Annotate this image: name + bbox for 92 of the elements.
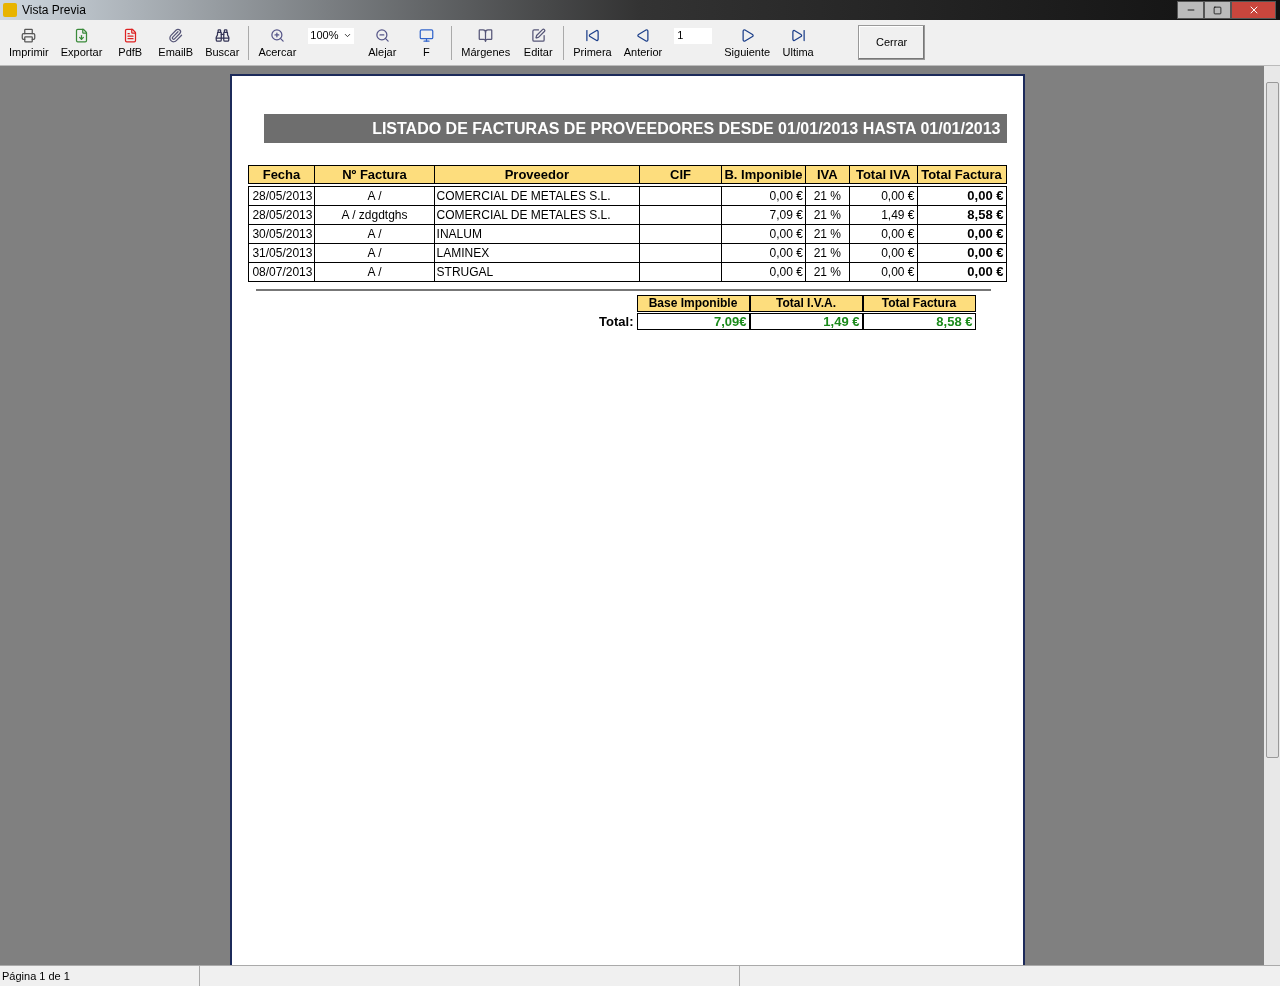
table-cell: 21 % [805,224,850,244]
window-icon [418,27,434,43]
table-cell: 21 % [805,186,850,206]
total-value: 7,09€ [636,313,750,331]
column-header: B. Imponible [721,165,806,184]
report-title: LISTADO DE FACTURAS DE PROVEEDORES DESDE 01/01/2013 HASTA 01/01/2013 [263,114,1007,143]
table-cell: 21 % [805,243,850,263]
table-cell: STRUGAL [434,262,640,282]
toolbar-button[interactable]: Editar [516,22,561,63]
toolbar-button[interactable]: Siguiente [718,22,777,63]
toolbar-button[interactable]: Primera [567,22,618,63]
close-preview-button[interactable]: Cerrar [858,25,926,60]
table-cell: A / zdgdtghs [314,205,435,225]
table-cell: 0,00 € [917,224,1006,244]
table-cell: 0,00 € [721,262,806,282]
table-cell: 21 % [805,262,850,282]
toolbar-button[interactable]: F [404,22,449,63]
table-cell: A / [314,224,435,244]
toolbar-button[interactable]: Alejar [360,22,405,63]
table-cell: 1,49 € [849,205,918,225]
book-icon [478,27,494,43]
toolbar-button[interactable]: PdfB [108,22,153,63]
zoom-select[interactable]: 100% [308,27,355,44]
previous-icon [635,27,651,43]
table-cell: 0,00 € [849,186,918,206]
toolbar-button[interactable]: Márgenes [455,22,517,63]
column-header: Fecha [248,165,315,184]
table-cell: COMERCIAL DE METALES S.L. [434,205,640,225]
total-value: 1,49 € [749,313,863,331]
table-cell: 0,00 € [917,186,1006,206]
minimize-button[interactable] [1177,1,1204,19]
window-title: Vista Previa [22,2,86,19]
column-header: IVA [805,165,850,184]
totals-header: Base Imponible [636,295,750,312]
column-header: Total Factura [917,165,1006,184]
toolbar-button[interactable]: Exportar [54,22,109,63]
paperclip-icon [168,27,184,43]
first-page-icon [584,27,600,43]
table-cell: 0,00 € [849,224,918,244]
vertical-scrollbar[interactable] [1264,66,1280,965]
table-cell: 21 % [805,205,850,225]
total-value: 8,58 € [862,313,976,331]
table-cell: A / [314,243,435,263]
table-cell: 0,00 € [721,243,806,263]
column-header: Total IVA [849,165,918,184]
totals-header: Total I.V.A. [749,295,863,312]
zoom-out-icon [374,27,390,43]
table-cell: 0,00 € [721,186,806,206]
binoculars-icon [214,27,230,43]
toolbar-button[interactable]: Ultima [776,22,821,63]
column-header: Nº Factura [314,165,435,184]
pdf-icon [122,27,138,43]
page-number-field[interactable]: 1 [674,27,713,44]
table-cell: 28/05/2013 [248,205,315,225]
table-cell: 8,58 € [917,205,1006,225]
table-cell: LAMINEX [434,243,640,263]
edit-icon [530,27,546,43]
caret-icon [343,31,353,40]
table-cell: 28/05/2013 [248,186,315,206]
column-header: Proveedor [434,165,640,184]
table-cell: INALUM [434,224,640,244]
maximize-button[interactable] [1204,1,1231,19]
app-logo-icon [3,3,17,17]
table-cell: A / [314,186,435,206]
status-text: Página 1 de 1 [0,966,200,986]
printer-icon [21,27,37,43]
table-cell: 0,00 € [917,243,1006,263]
last-page-icon [790,27,806,43]
close-button[interactable] [1231,1,1276,19]
toolbar-button[interactable]: Buscar [199,22,246,63]
toolbar-button[interactable]: EmailB [152,22,200,63]
maximize-icon [1213,5,1222,15]
toolbar-button[interactable]: Anterior [617,22,669,63]
table-cell: 30/05/2013 [248,224,315,244]
toolbar-button[interactable]: Acercar [252,22,303,63]
table-cell: 31/05/2013 [248,243,315,263]
table-cell: 08/07/2013 [248,262,315,282]
next-icon [739,27,755,43]
export-icon [74,27,89,43]
table-cell: COMERCIAL DE METALES S.L. [434,186,640,206]
scrollbar-thumb[interactable] [1265,82,1279,758]
table-cell: 0,00 € [849,243,918,263]
table-cell: 0,00 € [721,224,806,244]
table-cell: A / [314,262,435,282]
total-label: Total: [599,313,634,331]
column-header: CIF [639,165,722,184]
table-cell: 7,09 € [721,205,806,225]
toolbar-button[interactable]: Imprimir [3,22,55,63]
zoom-in-icon [269,27,285,43]
table-cell: 0,00 € [849,262,918,282]
table-cell: 0,00 € [917,262,1006,282]
totals-header: Total Factura [862,295,976,312]
